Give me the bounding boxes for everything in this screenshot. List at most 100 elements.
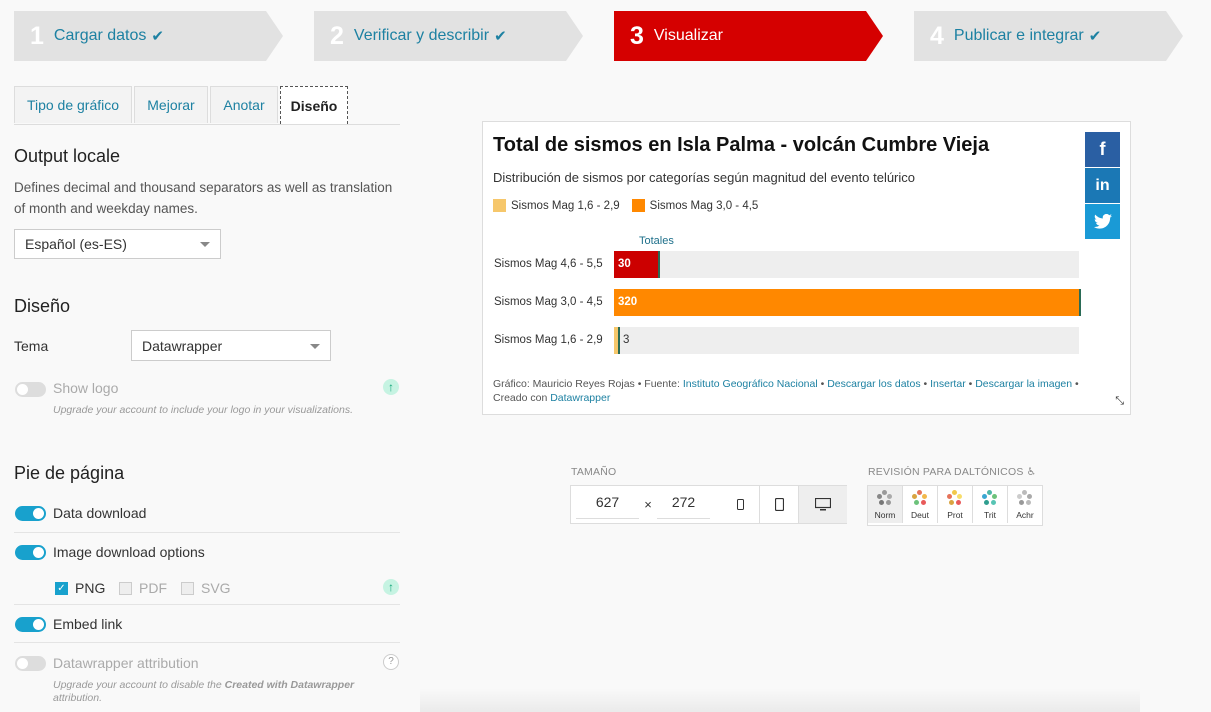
bar-row: Sismos Mag 1,6 - 2,9 3 <box>483 327 1083 355</box>
image-download-toggle[interactable] <box>15 545 46 560</box>
design-title: Diseño <box>14 296 71 316</box>
colorblind-mode-achr[interactable]: Achr <box>1008 486 1042 523</box>
hint-text: Upgrade your account to disable the <box>53 679 225 691</box>
step-number: 3 <box>630 21 644 50</box>
output-locale-description: Defines decimal and thousand separators … <box>14 180 393 216</box>
image-download-label: Image download options <box>53 544 205 560</box>
checkmark-icon: ✔ <box>494 28 507 45</box>
tab-chart-type[interactable]: Tipo de gráfico <box>14 86 132 123</box>
embed-link-toggle[interactable] <box>15 617 46 632</box>
accessibility-icon: ♿ <box>1026 466 1037 478</box>
source-link[interactable]: Instituto Geográfico Nacional <box>683 378 818 390</box>
step-check-describe[interactable]: 2 Verificar y describir ✔ <box>314 11 583 61</box>
svg-checkbox[interactable] <box>181 582 194 595</box>
help-icon[interactable]: ? <box>383 654 399 670</box>
bar-category-label: Sismos Mag 3,0 - 4,5 <box>494 296 603 308</box>
colorblind-mode-deut[interactable]: Deut <box>903 486 938 523</box>
colorblind-mode-normal[interactable]: Norm <box>868 486 903 523</box>
height-input[interactable]: 272 <box>657 486 710 519</box>
theme-label: Tema <box>14 338 49 354</box>
bar-row: Sismos Mag 4,6 - 5,5 30 <box>483 251 1083 279</box>
upgrade-arrow-icon[interactable]: ↑ <box>383 379 399 395</box>
tab-design[interactable]: Diseño <box>280 86 348 124</box>
bar-track <box>614 251 1079 278</box>
tab-annotate[interactable]: Anotar <box>210 86 278 123</box>
step-upload-data[interactable]: 1 Cargar datos ✔ <box>14 11 283 61</box>
show-logo-hint: Upgrade your account to include your log… <box>53 404 354 416</box>
linkedin-icon[interactable]: in <box>1085 168 1120 203</box>
bar-end-marker <box>618 327 620 354</box>
hint-text: attribution. <box>53 692 103 704</box>
facebook-icon[interactable]: f <box>1085 132 1120 167</box>
colorblind-mode-prot[interactable]: Prot <box>938 486 973 523</box>
column-header: Totales <box>639 235 674 247</box>
legend-label: Sismos Mag 3,0 - 4,5 <box>649 199 759 212</box>
download-image-link[interactable]: Descargar la imagen <box>975 378 1072 390</box>
show-logo-toggle[interactable] <box>15 382 46 397</box>
width-input[interactable]: 627 <box>576 486 639 519</box>
theme-select[interactable]: Datawrapper <box>131 330 331 361</box>
palette-dots-icon <box>982 490 998 506</box>
tablet-icon[interactable] <box>759 486 799 523</box>
pdf-label: PDF <box>139 580 167 596</box>
bar-value-label: 320 <box>618 296 638 308</box>
bar-row: Sismos Mag 3,0 - 4,5 320 <box>483 289 1083 317</box>
bar <box>614 289 1079 316</box>
chart-title: Total de sismos en Isla Palma - volcán C… <box>493 134 990 156</box>
legend-swatch <box>631 199 645 212</box>
bar-end-marker <box>1079 289 1081 316</box>
data-download-toggle[interactable] <box>15 506 46 521</box>
step-publish-embed[interactable]: 4 Publicar e integrar ✔ <box>914 11 1183 61</box>
chevron-down-icon <box>200 242 210 247</box>
divider <box>14 604 400 605</box>
divider <box>14 532 400 533</box>
checkmark-icon: ✔ <box>151 28 164 45</box>
bar-value-label: 3 <box>623 334 630 346</box>
palette-dots-icon <box>912 490 928 506</box>
upgrade-arrow-icon[interactable]: ↑ <box>383 579 399 595</box>
palette-dots-icon <box>1017 490 1033 506</box>
resize-handle-icon[interactable]: ⤡ <box>1115 395 1124 408</box>
colorblind-caption-text: REVISIÓN PARA DALTÓNICOS <box>868 466 1024 478</box>
mobile-small-icon[interactable] <box>721 486 759 523</box>
embed-link[interactable]: Insertar <box>930 378 966 390</box>
legend-label: Sismos Mag 1,6 - 2,9 <box>511 199 620 212</box>
chart-credits: Gráfico: Mauricio Reyes Rojas • Fuente: … <box>493 378 1079 404</box>
attribution-hint: Upgrade your account to disable the Crea… <box>53 679 383 705</box>
palette-dots-icon <box>947 490 963 506</box>
mode-label: Trit <box>984 510 996 520</box>
embed-link-label: Embed link <box>53 616 123 632</box>
bar-category-label: Sismos Mag 4,6 - 5,5 <box>494 258 603 270</box>
twitter-icon[interactable] <box>1085 204 1120 239</box>
step-navigation: 1 Cargar datos ✔ 2 Verificar y describir… <box>14 11 1189 61</box>
step-label: Cargar datos <box>53 27 147 44</box>
attribution-toggle[interactable] <box>15 656 46 671</box>
png-label: PNG <box>75 580 106 596</box>
colorblind-mode-trit[interactable]: Trit <box>973 486 1008 523</box>
footer-title: Pie de página <box>14 463 125 483</box>
mode-label: Norm <box>874 510 896 520</box>
desktop-icon[interactable] <box>798 486 847 523</box>
checkmark-icon: ✔ <box>1088 28 1102 45</box>
editor-tabs: Tipo de gráfico Mejorar Anotar Diseño <box>14 86 400 125</box>
legend-item: Sismos Mag 3,0 - 4,5 <box>631 199 759 212</box>
png-checkbox[interactable]: ✓ <box>55 582 68 595</box>
step-visualize[interactable]: 3 Visualizar <box>614 11 883 61</box>
credits-text: Creado con <box>493 392 551 404</box>
datawrapper-link[interactable]: Datawrapper <box>550 392 610 404</box>
mode-label: Prot <box>947 510 963 520</box>
download-data-link[interactable]: Descargar los datos <box>827 378 920 390</box>
data-download-label: Data download <box>53 505 147 521</box>
bar-value-label: 30 <box>618 258 631 270</box>
tab-refine[interactable]: Mejorar <box>134 86 208 123</box>
locale-select[interactable]: Español (es-ES) <box>14 229 221 259</box>
mode-label: Achr <box>1016 510 1034 520</box>
step-number: 1 <box>30 21 44 50</box>
step-label: Publicar e integrar <box>953 27 1084 44</box>
theme-select-value: Datawrapper <box>142 337 223 354</box>
locale-select-value: Español (es-ES) <box>25 236 127 252</box>
panel-shadow <box>420 688 1140 712</box>
chevron-down-icon <box>310 343 320 349</box>
pdf-checkbox[interactable] <box>119 582 132 595</box>
legend-swatch <box>493 199 506 212</box>
